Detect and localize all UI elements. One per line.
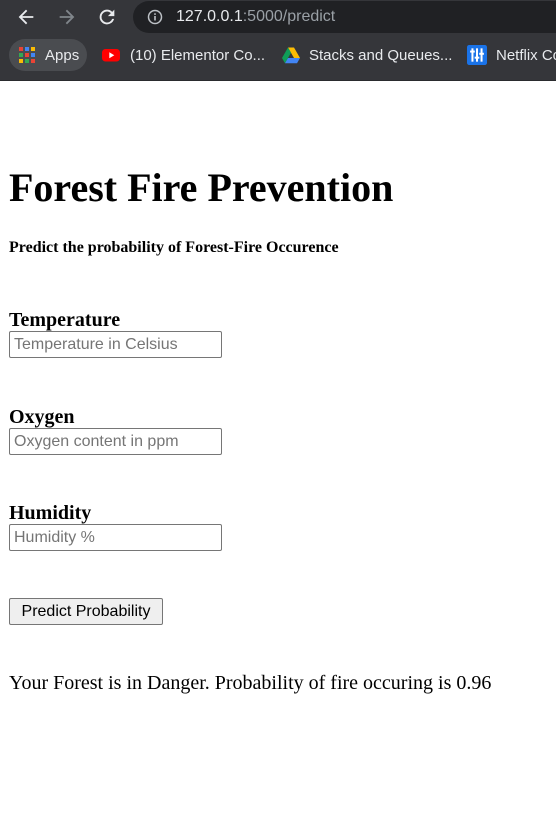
google-drive-icon <box>282 47 300 64</box>
browser-chrome: 127.0.0.1:5000/predict Apps (10) Element… <box>0 0 556 81</box>
bookmark-netflix[interactable]: Netflix Co <box>467 39 556 71</box>
forward-arrow-icon <box>59 9 75 25</box>
forward-button[interactable] <box>53 3 81 31</box>
oxygen-label: Oxygen <box>9 406 75 428</box>
back-button[interactable] <box>12 3 40 31</box>
bookmark-stacks-queues[interactable]: Stacks and Queues... <box>282 39 452 71</box>
url-path: :5000/predict <box>242 8 336 25</box>
humidity-label: Humidity <box>9 502 92 524</box>
temperature-label: Temperature <box>9 309 121 331</box>
site-info-icon[interactable] <box>147 9 163 25</box>
predict-probability-button[interactable]: Predict Probability <box>9 598 163 625</box>
reload-button[interactable] <box>93 3 121 31</box>
bookmark-label: Netflix Co <box>496 46 556 64</box>
bookmark-apps[interactable]: Apps <box>9 39 88 71</box>
bookmark-label: Apps <box>45 46 80 64</box>
browser-toolbar: 127.0.0.1:5000/predict <box>0 0 556 34</box>
reload-icon <box>99 9 115 25</box>
url-text: 127.0.0.1:5000/predict <box>176 7 335 27</box>
address-bar[interactable]: 127.0.0.1:5000/predict <box>133 1 556 33</box>
temperature-input[interactable] <box>9 331 222 358</box>
bookmark-elementor[interactable]: (10) Elementor Co... <box>101 39 265 71</box>
page-title: Forest Fire Prevention <box>9 165 394 210</box>
bookmark-label: (10) Elementor Co... <box>130 46 266 64</box>
bookmark-label: Stacks and Queues... <box>309 46 453 64</box>
youtube-icon <box>102 49 120 62</box>
oxygen-input[interactable] <box>9 428 222 455</box>
netflix-app-icon <box>467 45 487 65</box>
back-arrow-icon <box>18 9 34 25</box>
apps-grid-icon <box>19 47 35 63</box>
url-host: 127.0.0.1 <box>176 8 243 25</box>
bookmarks-bar: Apps (10) Elementor Co... Stacks and Que… <box>0 34 556 81</box>
humidity-input[interactable] <box>9 524 222 551</box>
prediction-result: Your Forest is in Danger. Probability of… <box>9 672 492 694</box>
page-subtitle: Predict the probability of Forest-Fire O… <box>9 239 339 256</box>
